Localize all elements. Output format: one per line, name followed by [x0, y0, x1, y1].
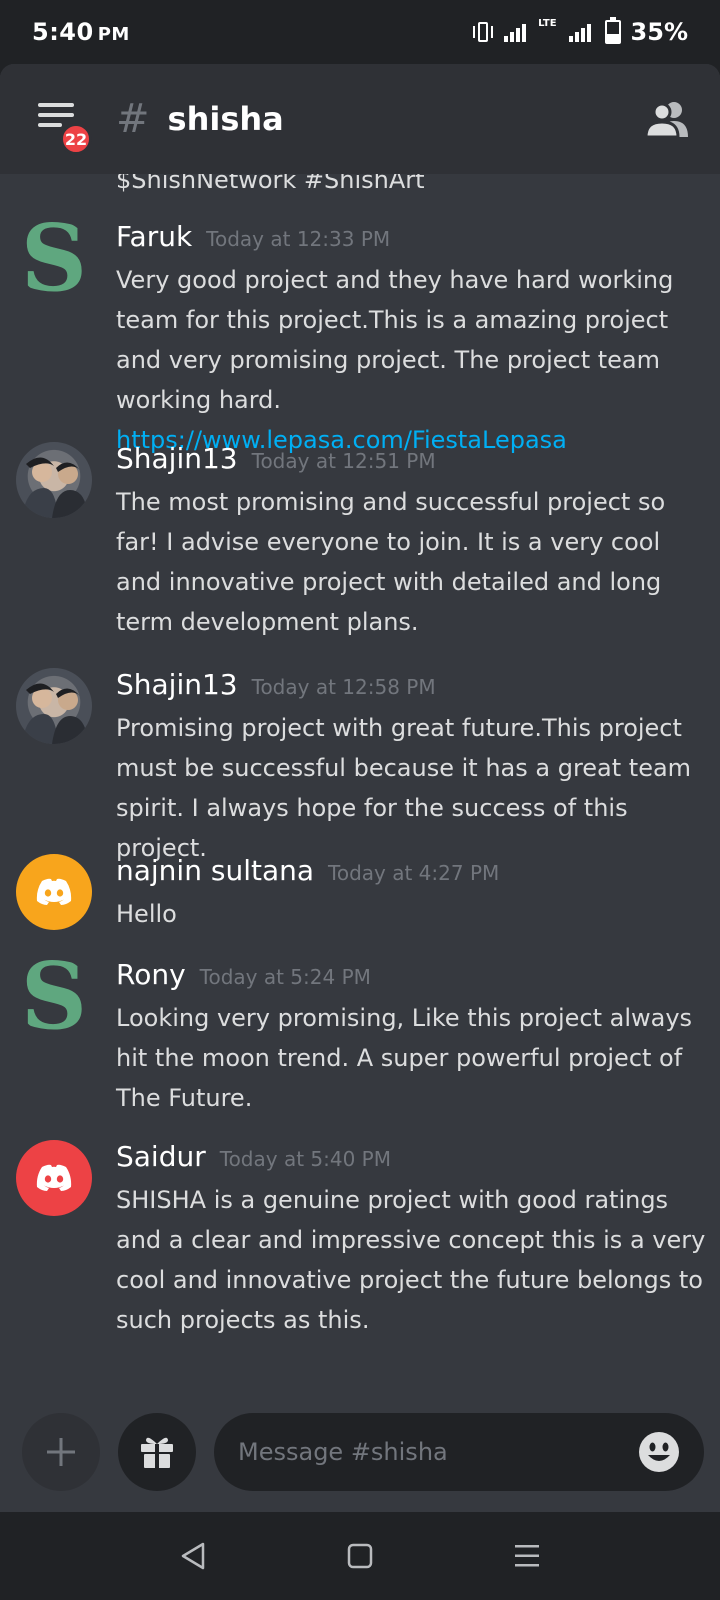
username[interactable]: Faruk	[116, 220, 192, 253]
message-composer	[0, 1392, 720, 1512]
message-text: Looking very promising, Like this projec…	[116, 1004, 693, 1112]
message-text: Very good project and they have hard wor…	[116, 260, 706, 460]
avatar[interactable]	[16, 1140, 92, 1216]
username[interactable]: Shajin13	[116, 668, 238, 701]
message-header: Faruk Today at 12:33 PM	[116, 220, 390, 253]
network-type: LTE	[538, 18, 557, 29]
status-time: 5:40 PM	[32, 18, 130, 46]
smiley-emoji-icon[interactable]	[638, 1431, 680, 1473]
username[interactable]: najnin sultana	[116, 854, 314, 887]
message-text: Hello	[116, 900, 177, 928]
battery-percent: 35%	[630, 18, 688, 46]
message-input[interactable]	[214, 1413, 704, 1491]
back-triangle-icon[interactable]	[173, 1536, 213, 1576]
message-header: Saidur Today at 5:40 PM	[116, 1140, 391, 1173]
discord-app: 22 # shisha $ShishNetwork #ShishArt S Fa…	[0, 64, 720, 1512]
avatar[interactable]: S	[16, 958, 92, 1034]
message-text: Promising project with great future.This…	[116, 714, 692, 862]
timestamp: Today at 12:51 PM	[251, 449, 436, 473]
unread-badge: 22	[60, 123, 92, 155]
message-text: The most promising and successful projec…	[116, 488, 666, 636]
message-list[interactable]: $ShishNetwork #ShishArt S Faruk Today at…	[0, 174, 720, 1392]
vibrate-icon	[472, 22, 494, 42]
message-input-wrapper	[214, 1413, 704, 1491]
timestamp: Today at 12:33 PM	[206, 227, 391, 251]
message-text: SHISHA is a genuine project with good ra…	[116, 1186, 706, 1334]
plus-icon[interactable]	[22, 1413, 100, 1491]
timestamp: Today at 4:27 PM	[328, 861, 500, 885]
system-nav-bar	[0, 1512, 720, 1600]
timestamp: Today at 12:58 PM	[251, 675, 436, 699]
timestamp: Today at 5:24 PM	[199, 965, 371, 989]
channel-title: shisha	[167, 100, 284, 138]
message-header: Shajin13 Today at 12:51 PM	[116, 442, 436, 475]
message-header: Rony Today at 5:24 PM	[116, 958, 371, 991]
members-icon[interactable]	[644, 99, 692, 139]
message-header: Shajin13 Today at 12:58 PM	[116, 668, 436, 701]
username[interactable]: Shajin13	[116, 442, 238, 475]
avatar-photo-icon	[22, 457, 88, 518]
avatar-photo-icon	[22, 683, 88, 744]
avatar[interactable]	[16, 668, 92, 744]
hamburger-menu-icon[interactable]: 22	[38, 99, 92, 155]
message-header: najnin sultana Today at 4:27 PM	[116, 854, 499, 887]
battery-icon	[604, 17, 621, 44]
signal-icon-2	[568, 22, 591, 42]
recents-menu-icon[interactable]	[507, 1536, 547, 1576]
discord-logo-icon	[36, 1164, 72, 1191]
avatar-s-logo: S	[20, 220, 88, 296]
channel-header: 22 # shisha	[0, 64, 720, 174]
partial-message-line: $ShishNetwork #ShishArt	[116, 174, 425, 194]
timestamp: Today at 5:40 PM	[219, 1147, 391, 1171]
status-bar: 5:40 PM LTE 35%	[0, 0, 720, 64]
status-icons: LTE 35%	[472, 17, 688, 46]
avatar[interactable]: S	[16, 220, 92, 296]
channel-hash-icon: #	[116, 96, 150, 142]
gift-icon[interactable]	[118, 1413, 196, 1491]
home-square-icon[interactable]	[340, 1536, 380, 1576]
time-ampm: PM	[97, 24, 130, 45]
avatar-s-logo: S	[20, 958, 88, 1034]
avatar[interactable]	[16, 442, 92, 518]
signal-icon	[504, 22, 527, 42]
username[interactable]: Saidur	[116, 1140, 206, 1173]
message-text-content: Very good project and they have hard wor…	[116, 266, 674, 414]
time-value: 5:40	[32, 18, 94, 46]
discord-logo-icon	[36, 878, 72, 905]
username[interactable]: Rony	[116, 958, 186, 991]
avatar[interactable]	[16, 854, 92, 930]
